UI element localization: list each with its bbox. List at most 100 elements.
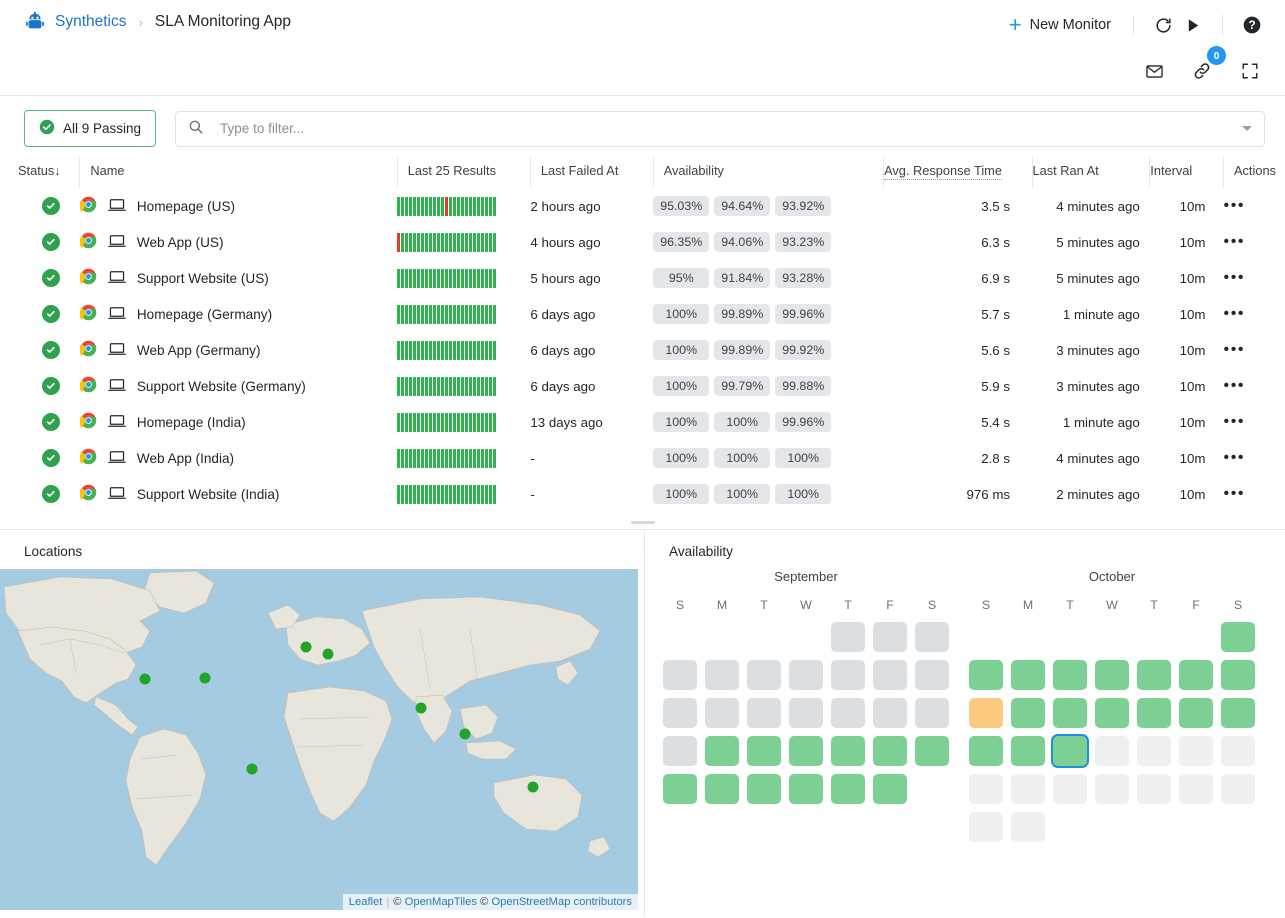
- heatmap-cell[interactable]: [1179, 736, 1213, 766]
- table-row[interactable]: Web App (India) -100% 100% 100% 2.8 s4 minut…: [0, 440, 1285, 476]
- row-name-cell[interactable]: Web App (US): [79, 224, 397, 260]
- status-filter-pill[interactable]: All 9 Passing: [24, 110, 157, 147]
- heatmap-cell[interactable]: [1221, 774, 1255, 804]
- fullscreen-icon[interactable]: [1235, 56, 1265, 86]
- leaflet-link[interactable]: Leaflet: [349, 896, 383, 908]
- panel-resize-handle[interactable]: [630, 521, 655, 524]
- heatmap-cell[interactable]: [873, 774, 907, 804]
- heatmap-cell[interactable]: [969, 698, 1003, 728]
- heatmap-cell[interactable]: [1011, 660, 1045, 690]
- new-monitor-button[interactable]: + New Monitor: [1001, 11, 1119, 39]
- row-actions[interactable]: •••: [1224, 476, 1285, 512]
- heatmap-cell[interactable]: [831, 622, 865, 652]
- heatmap-cell[interactable]: [1011, 698, 1045, 728]
- heatmap-cell[interactable]: [747, 774, 781, 804]
- heatmap-cell[interactable]: [873, 622, 907, 652]
- heatmap-cell[interactable]: [915, 660, 949, 690]
- table-row[interactable]: Support Website (Germany) 6 days ago 100% 9…: [0, 368, 1285, 404]
- heatmap-cell[interactable]: [831, 736, 865, 766]
- heatmap-cell[interactable]: [1095, 736, 1129, 766]
- map-location-marker[interactable]: [459, 728, 471, 740]
- heatmap-cell[interactable]: [1179, 774, 1213, 804]
- row-sparkline[interactable]: [397, 296, 530, 332]
- play-icon[interactable]: [1178, 10, 1208, 40]
- row-actions-menu-icon[interactable]: •••: [1224, 449, 1246, 466]
- row-actions[interactable]: •••: [1224, 224, 1285, 260]
- table-row[interactable]: Support Website (US) 5 hours ago 95% 91.84%…: [0, 260, 1285, 296]
- row-name-cell[interactable]: Support Website (India): [79, 476, 397, 512]
- map-location-marker[interactable]: [415, 702, 427, 714]
- heatmap-cell[interactable]: [831, 774, 865, 804]
- row-actions-menu-icon[interactable]: •••: [1224, 197, 1246, 214]
- table-row[interactable]: Homepage (India) 13 days ago 100% 100% 99.96…: [0, 404, 1285, 440]
- row-sparkline[interactable]: [397, 332, 530, 368]
- row-actions[interactable]: •••: [1224, 440, 1285, 476]
- help-icon[interactable]: ?: [1237, 10, 1267, 40]
- heatmap-cell[interactable]: [873, 660, 907, 690]
- link-icon[interactable]: 0: [1187, 46, 1226, 86]
- refresh-icon[interactable]: [1148, 10, 1178, 40]
- col-status[interactable]: Status↓: [0, 157, 80, 188]
- heatmap-cell[interactable]: [663, 736, 697, 766]
- heatmap-cell[interactable]: [663, 698, 697, 728]
- col-avg-response[interactable]: Avg. Response Time: [883, 157, 1033, 188]
- heatmap-cell[interactable]: [1221, 698, 1255, 728]
- row-sparkline[interactable]: [397, 404, 530, 440]
- heatmap-cell[interactable]: [969, 736, 1003, 766]
- search-input[interactable]: [218, 120, 1242, 137]
- table-row[interactable]: Support Website (India) -100% 100% 100% 976 …: [0, 476, 1285, 512]
- col-interval[interactable]: Interval: [1149, 157, 1224, 188]
- heatmap-cell[interactable]: [1011, 774, 1045, 804]
- row-actions-menu-icon[interactable]: •••: [1224, 305, 1246, 322]
- heatmap-cell[interactable]: [969, 774, 1003, 804]
- breadcrumb-synthetics[interactable]: Synthetics: [55, 13, 127, 31]
- heatmap-cell[interactable]: [1053, 774, 1087, 804]
- table-row[interactable]: Web App (Germany) 6 days ago 100% 99.89% 99.…: [0, 332, 1285, 368]
- map-location-marker[interactable]: [199, 672, 211, 684]
- col-last-ran[interactable]: Last Ran At: [1031, 157, 1150, 188]
- row-actions[interactable]: •••: [1224, 260, 1285, 296]
- row-sparkline[interactable]: [397, 224, 530, 260]
- col-availability[interactable]: Availability: [652, 157, 884, 188]
- heatmap-cell[interactable]: [747, 736, 781, 766]
- row-actions-menu-icon[interactable]: •••: [1224, 269, 1246, 286]
- map-location-marker[interactable]: [139, 673, 151, 685]
- heatmap-cell[interactable]: [705, 736, 739, 766]
- heatmap-cell[interactable]: [705, 698, 739, 728]
- heatmap-cell[interactable]: [1095, 774, 1129, 804]
- heatmap-cell[interactable]: [663, 660, 697, 690]
- col-last-results[interactable]: Last 25 Results: [396, 157, 531, 188]
- row-sparkline[interactable]: [397, 260, 530, 296]
- table-row[interactable]: Homepage (Germany) 6 days ago 100% 99.89% 99…: [0, 296, 1285, 332]
- chevron-down-icon[interactable]: [1242, 126, 1252, 131]
- heatmap-cell[interactable]: [1137, 660, 1171, 690]
- row-actions[interactable]: •••: [1224, 332, 1285, 368]
- heatmap-cell[interactable]: [1011, 812, 1045, 842]
- heatmap-cell[interactable]: [915, 736, 949, 766]
- heatmap-cell[interactable]: [747, 660, 781, 690]
- row-sparkline[interactable]: [397, 476, 530, 512]
- map-location-marker[interactable]: [300, 641, 312, 653]
- heatmap-cell[interactable]: [1137, 736, 1171, 766]
- row-name-cell[interactable]: Support Website (US): [79, 260, 397, 296]
- row-actions-menu-icon[interactable]: •••: [1224, 377, 1246, 394]
- col-last-failed[interactable]: Last Failed At: [529, 157, 654, 188]
- heatmap-cell[interactable]: [789, 736, 823, 766]
- heatmap-cell[interactable]: [1053, 660, 1087, 690]
- heatmap-cell[interactable]: [1053, 698, 1087, 728]
- row-name-cell[interactable]: Homepage (US): [79, 188, 397, 224]
- heatmap-cell[interactable]: [873, 698, 907, 728]
- heatmap-cell[interactable]: [747, 698, 781, 728]
- heatmap-cell[interactable]: [705, 660, 739, 690]
- row-actions-menu-icon[interactable]: •••: [1224, 485, 1246, 502]
- heatmap-cell[interactable]: [873, 736, 907, 766]
- row-actions[interactable]: •••: [1224, 368, 1285, 404]
- world-map[interactable]: Leaflet | © OpenMapTiles © OpenStreetMap c…: [0, 569, 638, 910]
- heatmap-cell[interactable]: [915, 622, 949, 652]
- heatmap-cell[interactable]: [1221, 660, 1255, 690]
- openstreetmap-link[interactable]: OpenStreetMap contributors: [491, 896, 632, 908]
- openmaptiles-link[interactable]: OpenMapTiles: [405, 896, 477, 908]
- heatmap-cell[interactable]: [789, 774, 823, 804]
- heatmap-cell[interactable]: [1137, 774, 1171, 804]
- row-name-cell[interactable]: Web App (India): [79, 440, 397, 476]
